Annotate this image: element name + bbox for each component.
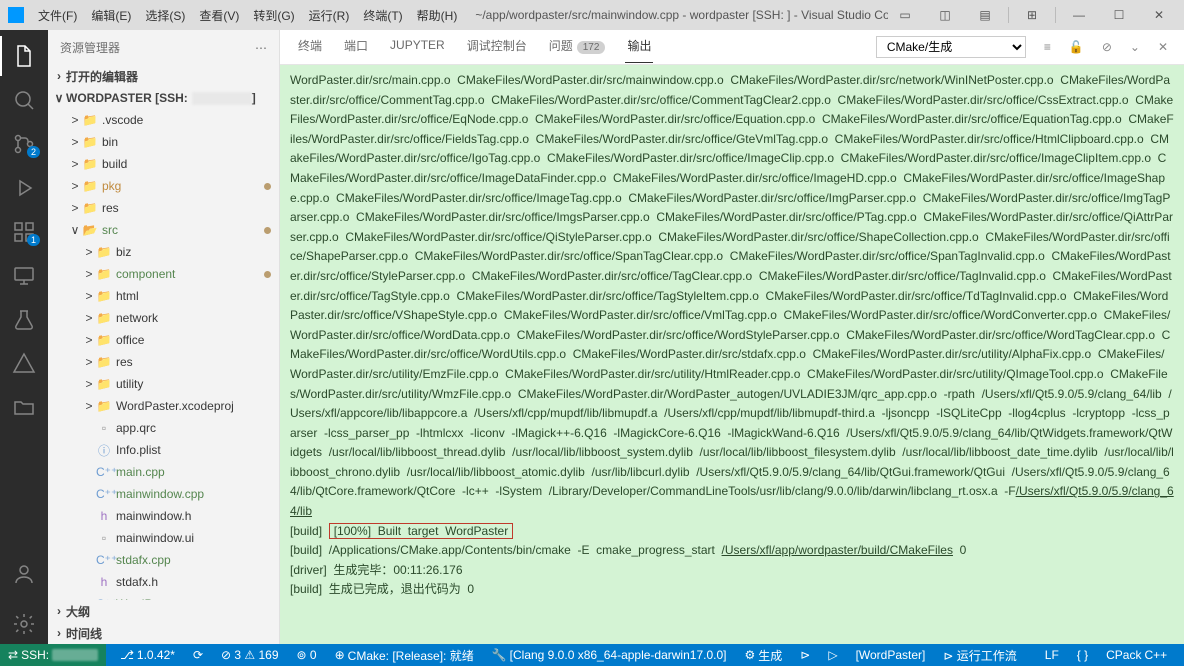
tree-item[interactable]: >📁pkg (48, 175, 279, 197)
tree-item[interactable]: >📁.vscode (48, 109, 279, 131)
layout-icon[interactable]: ▤ (968, 4, 1002, 26)
testing-icon[interactable] (0, 300, 48, 340)
language-mode[interactable]: CPack C++ (1102, 648, 1171, 662)
lock-icon[interactable]: 🔓 (1069, 40, 1084, 54)
cmake-kit[interactable]: 🔧 [Clang 9.0.0 x86_64-apple-darwin17.0.0… (488, 648, 731, 662)
menu-item[interactable]: 查看(V) (193, 3, 245, 28)
tree-item[interactable]: hmainwindow.h (48, 505, 279, 527)
menu-item[interactable]: 帮助(H) (411, 3, 464, 28)
maximize-button[interactable]: ☐ (1102, 4, 1136, 26)
run-button[interactable]: ▷ (824, 648, 841, 662)
menu-item[interactable]: 文件(F) (32, 3, 83, 28)
layout-icon[interactable]: ▭ (888, 4, 922, 26)
close-button[interactable]: ✕ (1142, 4, 1176, 26)
launch-target[interactable]: [WordPaster] (852, 648, 930, 662)
menu-item[interactable]: 编辑(E) (85, 3, 137, 28)
tree-item[interactable]: >📁office (48, 329, 279, 351)
settings-gear-icon[interactable] (0, 604, 48, 644)
layout-icon[interactable]: ⊞ (1015, 4, 1049, 26)
panel-tabs: 终端 端口 JUPYTER 调试控制台 问题172 输出 CMake/生成 ≡ … (280, 30, 1184, 65)
tree-item[interactable]: >📁WordPaster.xcodeproj (48, 395, 279, 417)
braces-icon[interactable]: { } (1073, 648, 1092, 662)
tab-problems[interactable]: 问题172 (547, 33, 608, 62)
menu-item[interactable]: 终端(T) (357, 3, 408, 28)
search-icon[interactable] (0, 80, 48, 120)
layout-icon[interactable]: ◫ (928, 4, 962, 26)
tree-item[interactable]: C⁺⁺stdafx.cpp (48, 549, 279, 571)
tree-item[interactable]: ⓘInfo.plist (48, 439, 279, 461)
remote-indicator[interactable]: ⇄ SSH: (0, 644, 106, 666)
tree-item[interactable]: C⁺⁺main.cpp (48, 461, 279, 483)
debug-button[interactable]: ⊳ (796, 648, 814, 662)
activity-bar: 2 1 (0, 30, 48, 644)
tree-item[interactable]: >📁network (48, 307, 279, 329)
tree-item[interactable]: >📁res (48, 351, 279, 373)
menu-bar: 文件(F)编辑(E)选择(S)查看(V)转到(G)运行(R)终端(T)帮助(H) (32, 3, 463, 28)
tab-terminal[interactable]: 终端 (296, 33, 324, 62)
vscode-icon (8, 7, 24, 23)
titlebar: 文件(F)编辑(E)选择(S)查看(V)转到(G)运行(R)终端(T)帮助(H)… (0, 0, 1184, 30)
account-icon[interactable] (0, 554, 48, 594)
more-icon[interactable]: ⋯ (255, 41, 267, 55)
minimize-button[interactable]: — (1062, 4, 1096, 26)
source-control-icon[interactable]: 2 (0, 124, 48, 164)
folder-icon[interactable] (0, 388, 48, 428)
editor-area: 终端 端口 JUPYTER 调试控制台 问题172 输出 CMake/生成 ≡ … (280, 30, 1184, 644)
tree-item[interactable]: ∨📂src (48, 219, 279, 241)
run-debug-icon[interactable] (0, 168, 48, 208)
clear-icon[interactable]: ⊘ (1102, 40, 1112, 54)
tree-item[interactable]: >📁html (48, 285, 279, 307)
tree-item[interactable]: C⁺⁺WordPaster.cpp (48, 593, 279, 600)
tree-item[interactable]: hstdafx.h (48, 571, 279, 593)
close-icon[interactable]: ✕ (1158, 40, 1168, 54)
timeline-section[interactable]: ›时间线 (48, 622, 279, 644)
build-button[interactable]: ⚙ 生成 (740, 647, 786, 664)
tree-item[interactable]: ▫mainwindow.ui (48, 527, 279, 549)
git-branch[interactable]: ⎇ 1.0.42* (116, 648, 179, 662)
tab-ports[interactable]: 端口 (342, 33, 370, 62)
tree-item[interactable]: >📁utility (48, 373, 279, 395)
eol-indicator[interactable]: LF (1041, 648, 1063, 662)
remote-icon[interactable] (0, 256, 48, 296)
sync-icon[interactable]: ⟳ (189, 648, 207, 662)
tree-item[interactable]: C⁺⁺mainwindow.cpp (48, 483, 279, 505)
output-panel[interactable]: WordPaster.dir/src/main.cpp.o CMakeFiles… (280, 65, 1184, 644)
window-title: ~/app/wordpaster/src/mainwindow.cpp - wo… (463, 8, 888, 22)
tab-jupyter[interactable]: JUPYTER (388, 34, 447, 60)
sidebar: 资源管理器⋯ ›打开的编辑器 ∨WORDPASTER [SSH:] >📁.vsc… (48, 30, 280, 644)
problems-status[interactable]: ⊘ 3 ⚠ 169 (217, 648, 283, 662)
outline-section[interactable]: ›大纲 (48, 600, 279, 622)
sidebar-title: 资源管理器⋯ (48, 30, 279, 65)
tree-item[interactable]: ▫app.qrc (48, 417, 279, 439)
tab-output[interactable]: 输出 (625, 33, 653, 62)
menu-item[interactable]: 转到(G) (247, 3, 300, 28)
title-buttons: ▭ ◫ ▤ ⊞ — ☐ ✕ (888, 4, 1176, 26)
project-section[interactable]: ∨WORDPASTER [SSH:] (48, 87, 279, 109)
tree-item[interactable]: >📁component (48, 263, 279, 285)
file-tree: >📁.vscode>📁bin>📁build>📁pkg>📁res∨📂src>📁bi… (48, 109, 279, 600)
cmake-icon[interactable] (0, 344, 48, 384)
filter-icon[interactable]: ≡ (1044, 40, 1051, 54)
tree-item[interactable]: >📁build (48, 153, 279, 175)
run-workflow[interactable]: ⊳ 运行工作流 (939, 647, 1020, 664)
status-bar: ⇄ SSH: ⎇ 1.0.42* ⟳ ⊘ 3 ⚠ 169 ⊚ 0 ⊕ CMake… (0, 644, 1184, 666)
cmake-status[interactable]: ⊕ CMake: [Release]: 就绪 (331, 647, 478, 664)
tree-item[interactable]: >📁res (48, 197, 279, 219)
menu-item[interactable]: 选择(S) (139, 3, 191, 28)
tree-item[interactable]: >📁biz (48, 241, 279, 263)
open-editors-section[interactable]: ›打开的编辑器 (48, 65, 279, 87)
tab-debug-console[interactable]: 调试控制台 (465, 33, 529, 62)
chevron-down-icon[interactable]: ⌄ (1130, 40, 1140, 54)
ports-status[interactable]: ⊚ 0 (293, 648, 321, 662)
menu-item[interactable]: 运行(R) (303, 3, 356, 28)
explorer-icon[interactable] (0, 36, 48, 76)
extensions-icon[interactable]: 1 (0, 212, 48, 252)
tree-item[interactable]: >📁bin (48, 131, 279, 153)
output-channel-select[interactable]: CMake/生成 (876, 36, 1026, 58)
